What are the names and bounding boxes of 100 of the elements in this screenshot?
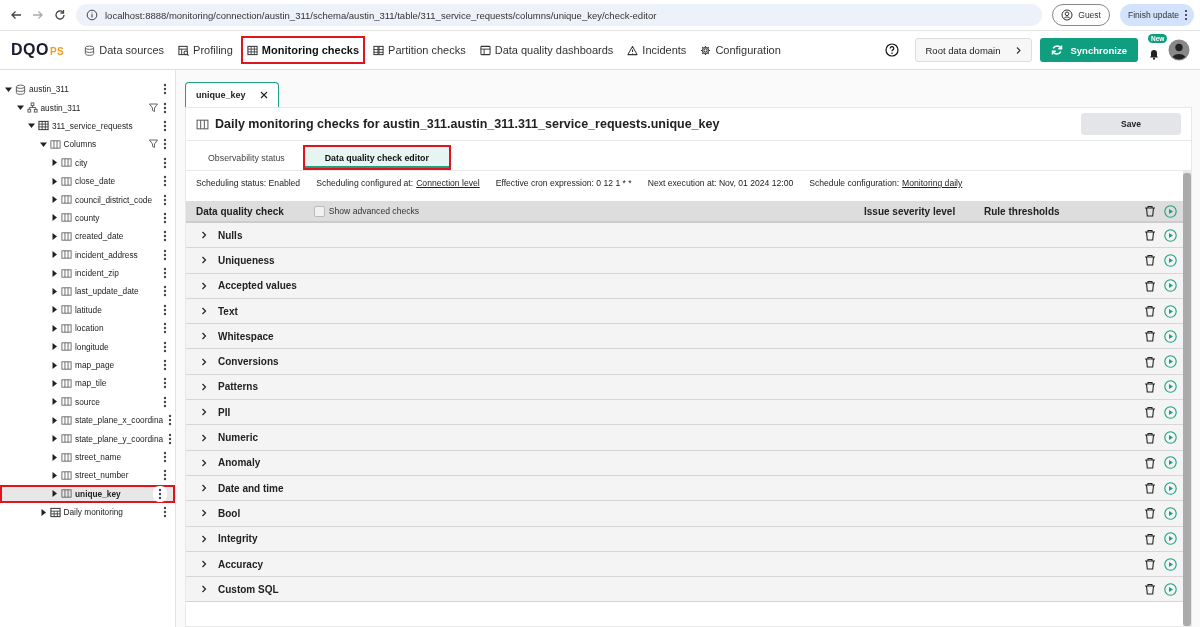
caret-right-icon[interactable] — [51, 416, 58, 424]
chevron-right-icon[interactable] — [200, 281, 208, 290]
chevron-right-icon[interactable] — [200, 307, 208, 316]
run-icon[interactable] — [1164, 380, 1177, 394]
caret-down-icon[interactable] — [16, 104, 24, 112]
tree-item[interactable]: map_tile — [0, 374, 175, 393]
chevron-right-icon[interactable] — [200, 560, 208, 568]
caret-down-icon[interactable] — [28, 122, 35, 130]
caret-right-icon[interactable] — [51, 288, 58, 295]
chevron-right-icon[interactable] — [200, 585, 208, 594]
caret-down-icon[interactable] — [5, 85, 12, 93]
tree-item[interactable]: austin_311 — [0, 80, 175, 99]
editor-tab[interactable]: unique_key — [185, 82, 279, 107]
tree-item[interactable]: last_update_date — [0, 282, 175, 301]
nav-tab[interactable]: Configuration — [694, 36, 787, 64]
check-category-row[interactable]: PII — [186, 400, 1183, 426]
caret-right-icon[interactable] — [51, 490, 58, 498]
tree-item[interactable]: 311_service_requests — [0, 116, 175, 136]
schedule-link[interactable]: Connection level — [416, 178, 480, 188]
back-icon[interactable] — [10, 9, 22, 21]
caret-right-icon[interactable] — [39, 508, 47, 516]
filter-icon[interactable] — [149, 139, 158, 150]
more-icon[interactable] — [163, 248, 167, 261]
caret-right-icon[interactable] — [51, 361, 58, 369]
sub-tab[interactable]: Observability status — [196, 145, 299, 170]
caret-right-icon[interactable] — [51, 435, 58, 443]
caret-right-icon[interactable] — [51, 269, 58, 277]
trash-icon[interactable] — [1144, 482, 1156, 495]
avatar-icon[interactable] — [1168, 39, 1190, 61]
run-icon[interactable] — [1164, 329, 1177, 343]
tree-item[interactable]: close_date — [0, 171, 175, 191]
chevron-right-icon[interactable] — [200, 509, 208, 518]
check-category-row[interactable]: Text — [186, 298, 1183, 325]
check-category-row[interactable]: Accuracy — [186, 551, 1183, 578]
bell-icon[interactable] — [1148, 48, 1160, 60]
run-icon[interactable] — [1164, 279, 1177, 293]
caret-right-icon[interactable] — [51, 232, 58, 240]
more-icon[interactable] — [153, 485, 167, 502]
check-category-row[interactable]: Uniqueness — [186, 248, 1183, 274]
nav-tab[interactable]: Data quality dashboards — [473, 36, 620, 64]
more-icon[interactable] — [163, 303, 167, 316]
trash-icon[interactable] — [1144, 583, 1156, 596]
more-icon[interactable] — [163, 138, 167, 151]
trash-icon[interactable] — [1144, 406, 1156, 419]
nav-tab[interactable]: Profiling — [172, 36, 239, 64]
filter-icon[interactable] — [149, 102, 158, 113]
more-icon[interactable] — [163, 377, 167, 390]
trash-icon[interactable] — [1144, 330, 1156, 343]
more-icon[interactable] — [163, 395, 167, 408]
trash-icon[interactable] — [1144, 254, 1156, 267]
more-icon[interactable] — [163, 230, 167, 243]
trash-icon[interactable] — [1144, 431, 1156, 444]
caret-right-icon[interactable] — [51, 471, 58, 479]
close-icon[interactable] — [259, 91, 268, 99]
more-icon[interactable] — [163, 211, 167, 224]
more-icon[interactable] — [163, 285, 167, 298]
advanced-checks-checkbox[interactable]: Show advanced checks — [313, 205, 420, 217]
tree-item[interactable]: Daily monitoring — [0, 503, 175, 522]
chevron-right-icon[interactable] — [200, 433, 208, 442]
more-icon[interactable] — [163, 506, 167, 519]
tree-item[interactable]: location — [0, 319, 175, 338]
more-icon[interactable] — [163, 83, 167, 96]
caret-right-icon[interactable] — [51, 214, 58, 222]
more-icon[interactable] — [163, 340, 167, 353]
trash-icon[interactable] — [1144, 355, 1156, 368]
tree-item[interactable]: unique_key — [0, 484, 175, 503]
nav-tab[interactable]: Partition checks — [367, 36, 472, 64]
chevron-right-icon[interactable] — [200, 256, 208, 265]
more-icon[interactable] — [163, 101, 167, 114]
trash-icon[interactable] — [1144, 456, 1156, 469]
save-button[interactable]: Save — [1081, 113, 1181, 135]
trash-icon[interactable] — [1144, 380, 1156, 393]
check-category-row[interactable]: Bool — [186, 501, 1183, 527]
trash-icon[interactable] — [1144, 558, 1156, 570]
run-icon[interactable] — [1164, 557, 1177, 571]
tree-item[interactable]: city — [0, 153, 175, 172]
check-category-row[interactable]: Integrity — [186, 526, 1183, 552]
more-icon[interactable] — [163, 193, 167, 206]
more-icon[interactable] — [163, 359, 167, 372]
check-category-row[interactable]: Nulls — [186, 223, 1183, 249]
chevron-right-icon[interactable] — [200, 332, 208, 341]
chevron-right-icon[interactable] — [200, 357, 208, 366]
help-icon[interactable] — [884, 43, 899, 57]
caret-right-icon[interactable] — [51, 159, 58, 167]
tree-item[interactable]: state_plane_x_coordina — [0, 411, 175, 430]
caret-right-icon[interactable] — [51, 379, 58, 387]
tree-item[interactable]: county — [0, 208, 175, 228]
more-icon[interactable] — [163, 322, 167, 335]
more-icon[interactable] — [168, 432, 173, 445]
tree-item[interactable]: incident_zip — [0, 263, 175, 283]
tree-item[interactable]: street_number — [0, 466, 175, 485]
chevron-right-icon[interactable] — [200, 382, 208, 391]
check-category-row[interactable]: Accepted values — [186, 273, 1183, 299]
caret-right-icon[interactable] — [51, 306, 58, 314]
logo[interactable]: DQOPS — [11, 41, 65, 59]
tree-item[interactable]: created_date — [0, 227, 175, 246]
caret-right-icon[interactable] — [51, 398, 58, 406]
trash-icon[interactable] — [1144, 279, 1156, 292]
nav-tab[interactable]: Monitoring checks — [240, 36, 366, 64]
check-category-row[interactable]: Anomaly — [186, 450, 1183, 476]
